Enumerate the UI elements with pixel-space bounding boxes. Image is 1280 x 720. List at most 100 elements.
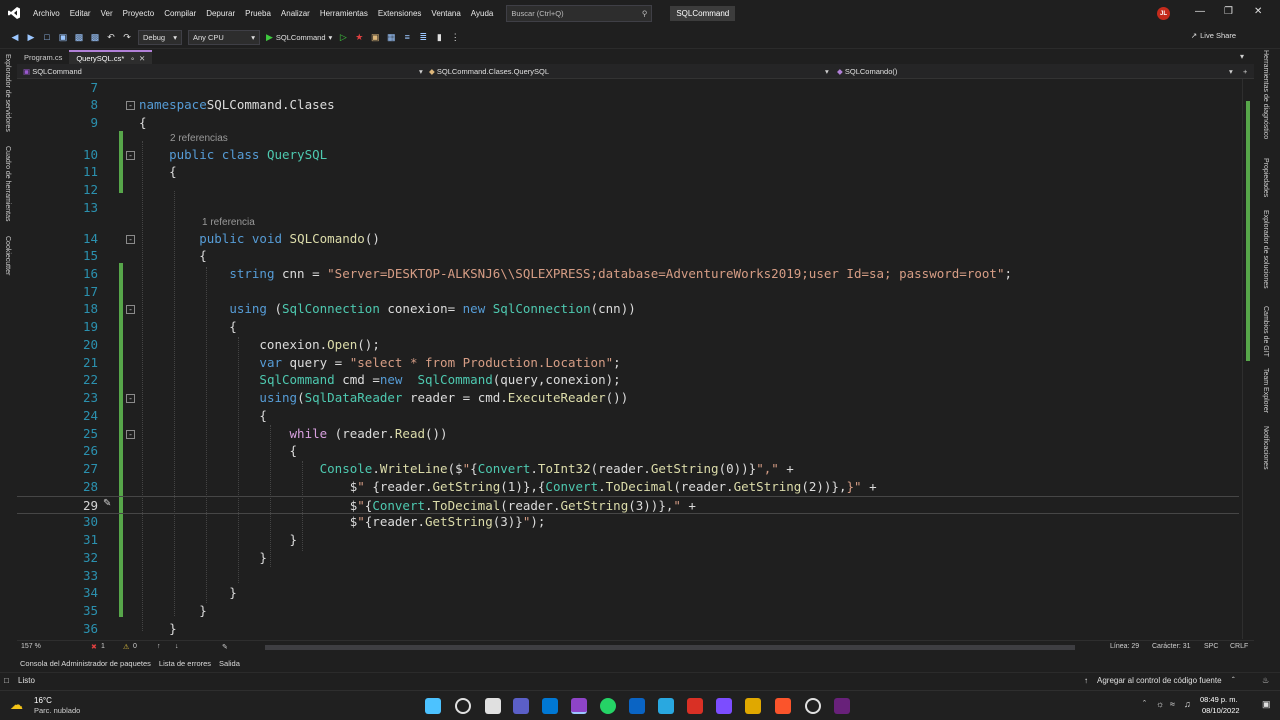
collapse-icon[interactable]: - — [126, 305, 135, 314]
settings-icon[interactable] — [805, 698, 821, 714]
platform-select[interactable]: Any CPU ▾ — [188, 29, 260, 45]
format-icon[interactable]: ≡ — [402, 32, 412, 42]
code-editor[interactable]: 2 referencias 1 referencia 7 8- namespaceS… — [17, 79, 1254, 639]
forward-icon[interactable]: ▶ — [26, 32, 36, 43]
menu-editar[interactable]: Editar — [65, 9, 96, 18]
code-line[interactable]: 9{ — [17, 114, 1254, 132]
notification-icon[interactable]: ▣ — [1262, 699, 1271, 710]
code-line[interactable]: 28 $" {reader.GetString(1)},{Convert.ToD… — [17, 478, 1254, 496]
warning-icon[interactable]: ⚠ — [123, 643, 129, 651]
git-changes-tab[interactable]: Cambios de GIT — [1262, 306, 1269, 357]
visual-studio-logo-icon[interactable] — [0, 6, 28, 20]
code-line[interactable]: 8 - namespaceSQLCommand.Clases — [17, 96, 1254, 114]
code-line[interactable]: 16 string cnn = "Server=DESKTOP-ALKSNJ6\… — [17, 265, 1254, 283]
solution-explorer-tab[interactable]: Explorador de soluciones — [1262, 210, 1269, 289]
line-ending-indicator[interactable]: CRLF — [1230, 643, 1248, 650]
layout-icon[interactable]: ▦ — [386, 32, 396, 43]
back-icon[interactable]: ◀ — [10, 32, 20, 43]
menu-ayuda[interactable]: Ayuda — [466, 9, 499, 18]
zoom-level[interactable]: 157 % — [21, 643, 41, 650]
add-to-source-control-button[interactable]: Agregar al control de código fuente — [1097, 676, 1222, 685]
collapse-icon[interactable]: - — [126, 394, 135, 403]
cookiecutter-tab[interactable]: Cookiecutter — [4, 236, 11, 275]
save-all-icon[interactable]: ▩ — [90, 32, 100, 43]
code-line[interactable]: 18 - using (SqlConnection conexion= new S… — [17, 300, 1254, 318]
windows-start-icon[interactable] — [425, 698, 441, 714]
menu-archivo[interactable]: Archivo — [28, 9, 65, 18]
task-view-icon[interactable] — [485, 698, 501, 714]
error-icon[interactable]: ✖ — [91, 643, 97, 651]
save-icon[interactable]: ▩ — [74, 32, 84, 43]
menu-analizar[interactable]: Analizar — [276, 9, 315, 18]
close-window-icon[interactable]: ✕ — [1254, 6, 1262, 17]
code-line[interactable]: 23 - using(SqlDataReader reader = cmd.Exe… — [17, 389, 1254, 407]
menu-prueba[interactable]: Prueba — [240, 9, 276, 18]
code-line[interactable]: 34 } — [17, 584, 1254, 602]
bell-icon[interactable]: ♨ — [1262, 676, 1269, 685]
code-line[interactable]: 27 Console.WriteLine($"{Convert.ToInt32(… — [17, 460, 1254, 478]
cleanup-icon[interactable]: ✎ — [222, 643, 228, 651]
code-line[interactable]: 31 } — [17, 531, 1254, 549]
code-line[interactable]: 26 { — [17, 442, 1254, 460]
code-line[interactable]: 7 — [17, 79, 1254, 97]
brave-icon[interactable] — [775, 698, 791, 714]
clock-time[interactable]: 08:49 p. m. — [1200, 695, 1238, 704]
code-line[interactable]: 14 - public void SQLComando() — [17, 230, 1254, 248]
code-line[interactable]: 24 { — [17, 407, 1254, 425]
collapse-icon[interactable]: - — [126, 235, 135, 244]
code-line[interactable]: 12 — [17, 181, 1254, 199]
tab-program-cs[interactable]: Program.cs — [17, 50, 69, 64]
diagnostic-tools-tab[interactable]: Herramientas de diagnóstico — [1262, 50, 1269, 139]
start-debugging-button[interactable]: ▶ SQLCommand ▾ — [266, 32, 332, 43]
menu-depurar[interactable]: Depurar — [201, 9, 240, 18]
type-dropdown[interactable]: ◆ SQLCommand.Clases.QuerySQL — [429, 67, 549, 76]
teams-icon[interactable] — [716, 698, 732, 714]
search-input[interactable]: Buscar (Ctrl+Q) ⚲ — [506, 4, 653, 22]
tab-output[interactable]: Salida — [219, 659, 240, 668]
add-icon[interactable]: + — [1243, 67, 1247, 76]
hot-reload-icon[interactable]: ★ — [354, 32, 364, 43]
volume-icon[interactable]: ♫ — [1184, 699, 1191, 709]
mail-icon[interactable] — [658, 698, 674, 714]
live-share-button[interactable]: ↗ Live Share — [1191, 31, 1236, 40]
code-line[interactable]: 20 conexion.Open(); — [17, 336, 1254, 354]
code-line[interactable]: 29 $"{Convert.ToDecimal(reader.GetString… — [17, 496, 1239, 514]
member-dropdown[interactable]: ◆ SQLComando() — [837, 67, 897, 76]
start-without-debug-icon[interactable]: ▷ — [338, 32, 348, 43]
tab-package-manager-console[interactable]: Consola del Administrador de paquetes — [20, 659, 151, 668]
clock-date[interactable]: 08/10/2022 — [1202, 706, 1240, 715]
notifications-tab[interactable]: Notificaciones — [1262, 426, 1269, 470]
whatsapp-icon[interactable] — [600, 698, 616, 714]
open-folder-icon[interactable]: ▣ — [58, 32, 68, 43]
team-explorer-tab[interactable]: Team Explorer — [1262, 368, 1269, 413]
tab-querysql-cs[interactable]: QuerySQL.cs* ∘ ✕ — [69, 50, 153, 64]
code-line[interactable]: 11 { — [17, 163, 1254, 181]
tray-chevron-icon[interactable]: ˆ — [1143, 699, 1146, 709]
collapse-icon[interactable]: - — [126, 430, 135, 439]
project-dropdown[interactable]: ▣ SQLCommand — [23, 67, 82, 76]
up-arrow-icon[interactable]: ↑ — [157, 643, 161, 650]
visual-studio-icon[interactable] — [571, 698, 587, 714]
pin-icon[interactable]: ∘ — [130, 54, 135, 63]
bookmark-icon[interactable]: ▮ — [434, 32, 444, 43]
code-line[interactable]: 10 - public class QuerySQL — [17, 146, 1254, 164]
avatar[interactable]: JL — [1157, 7, 1170, 20]
tab-list-chevron-icon[interactable]: ▾ — [1240, 52, 1244, 61]
menu-ver[interactable]: Ver — [96, 9, 118, 18]
code-line[interactable]: 32 } — [17, 549, 1254, 567]
wifi-icon[interactable]: ≈ — [1170, 699, 1175, 709]
store-icon[interactable] — [629, 698, 645, 714]
toolbox-tab[interactable]: Cuadro de herramientas — [4, 146, 11, 222]
horizontal-scrollbar[interactable] — [265, 645, 1075, 650]
code-line[interactable]: 17 — [17, 283, 1254, 301]
code-line[interactable]: 19 { — [17, 318, 1254, 336]
code-lens-references[interactable]: 1 referencia — [202, 217, 255, 231]
menu-proyecto[interactable]: Proyecto — [118, 9, 160, 18]
properties-tab[interactable]: Propiedades — [1262, 158, 1269, 197]
menu-herramientas[interactable]: Herramientas — [315, 9, 373, 18]
maximize-icon[interactable]: ❐ — [1224, 6, 1233, 17]
media-icon[interactable] — [687, 698, 703, 714]
search-icon[interactable] — [455, 698, 471, 714]
chat-icon[interactable] — [513, 698, 529, 714]
collapse-icon[interactable]: - — [126, 101, 135, 110]
